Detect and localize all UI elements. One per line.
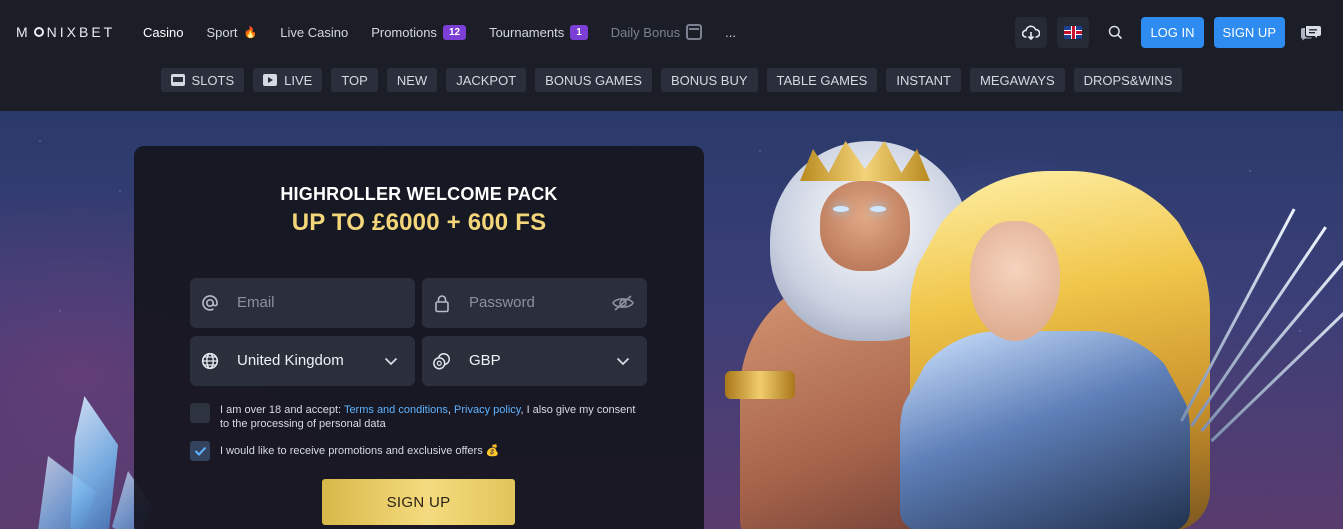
search-icon	[1108, 25, 1123, 40]
nav-daily-bonus[interactable]: Daily Bonus	[610, 24, 703, 40]
header-tools: LOG IN SIGN UP	[1015, 17, 1327, 48]
chevron-down-icon	[379, 351, 403, 371]
promo-label: I would like to receive promotions and e…	[220, 445, 483, 457]
globe-icon	[200, 351, 220, 371]
zeus-eye	[870, 206, 886, 212]
promotions-count-badge: 12	[442, 24, 467, 40]
nav-daily-bonus-label: Daily Bonus	[610, 24, 681, 40]
category-table-games[interactable]: TABLE GAMES	[766, 68, 878, 92]
logo-ring-icon	[33, 27, 44, 37]
lock-icon	[432, 293, 452, 313]
nav-sport[interactable]: Sport 🔥	[206, 25, 257, 40]
hero-characters-illustration	[700, 111, 1343, 529]
category-instant[interactable]: INSTANT	[886, 68, 961, 92]
category-live[interactable]: LIVE	[253, 68, 323, 92]
category-megaways[interactable]: MEGAWAYS	[969, 68, 1065, 92]
uk-flag-icon	[1064, 26, 1083, 39]
zeus-eye	[833, 206, 849, 212]
nav-sport-label: Sport	[206, 24, 238, 40]
nav-casino[interactable]: Casino	[143, 25, 183, 40]
nav-live-casino-label: Live Casino	[280, 24, 349, 40]
nav-tournaments[interactable]: Tournaments 1	[489, 24, 588, 40]
eye-off-icon[interactable]	[611, 293, 635, 313]
cloud-download-icon	[1022, 25, 1041, 40]
password-field[interactable]: Password	[422, 278, 647, 328]
chat-icon	[1301, 25, 1321, 40]
checkmark-icon	[194, 446, 206, 456]
language-selector[interactable]	[1057, 17, 1090, 48]
email-field[interactable]: Email	[190, 278, 415, 328]
nav-promotions[interactable]: Promotions 12	[371, 24, 467, 40]
promo-title: HIGHROLLER WELCOME PACK	[280, 184, 558, 204]
country-select[interactable]: United Kingdom	[190, 336, 415, 386]
currency-select[interactable]: GBP	[422, 336, 647, 386]
support-chat-button[interactable]	[1295, 17, 1327, 48]
category-slots[interactable]: SLOTS	[160, 68, 245, 92]
logo-suffix: NIXBET	[46, 24, 116, 40]
category-new[interactable]: NEW	[386, 68, 438, 92]
category-bonus-games[interactable]: BONUS GAMES	[535, 68, 652, 92]
game-category-bar: SLOTS LIVE TOP NEW JACKPOT BONUS GAMES B…	[0, 64, 1343, 111]
category-drops-wins[interactable]: DROPS&WINS	[1073, 68, 1183, 92]
currency-value: GBP	[469, 352, 501, 369]
signup-panel: HIGHROLLER WELCOME PACK UP TO £6000 + 60…	[134, 146, 704, 529]
promo-offer: UP TO £6000 + 600 FS	[291, 209, 547, 236]
logo-prefix: M	[16, 24, 31, 40]
slots-icon	[170, 74, 185, 86]
at-sign-icon	[200, 293, 220, 313]
promo-checkbox[interactable]	[190, 441, 210, 461]
calendar-icon	[686, 24, 703, 40]
top-header: M NIXBET Casino Sport 🔥 Live Casino Prom…	[0, 0, 1343, 64]
category-slots-label: SLOTS	[191, 72, 235, 88]
terms-prefix: I am over 18 and accept:	[220, 404, 344, 416]
nav-casino-label: Casino	[143, 24, 184, 40]
category-bonus-buy[interactable]: BONUS BUY	[660, 68, 758, 92]
nav-live-casino[interactable]: Live Casino	[280, 25, 348, 40]
nav-tournaments-label: Tournaments	[489, 24, 565, 40]
promo-text: I would like to receive promotions and e…	[220, 444, 499, 458]
search-button[interactable]	[1099, 17, 1131, 48]
terms-checkbox[interactable]	[190, 403, 210, 423]
login-button[interactable]: LOG IN	[1141, 17, 1204, 48]
zeus-face	[820, 181, 910, 271]
money-bag-icon: 💰	[485, 445, 500, 457]
terms-link[interactable]: Terms and conditions	[344, 404, 448, 416]
terms-consent-row: I am over 18 and accept: Terms and condi…	[190, 403, 645, 431]
email-placeholder: Email	[237, 294, 275, 311]
tournaments-count-badge: 1	[570, 24, 588, 40]
privacy-policy-link[interactable]: Privacy policy	[454, 404, 520, 416]
nav-promotions-label: Promotions	[371, 24, 437, 40]
main-nav: Casino Sport 🔥 Live Casino Promotions 12…	[143, 0, 759, 64]
arrow-quiver-illustration	[1120, 181, 1343, 443]
download-app-button[interactable]	[1015, 17, 1048, 48]
chevron-down-icon	[611, 351, 635, 371]
category-live-label: LIVE	[284, 72, 313, 88]
country-value: United Kingdom	[237, 352, 344, 369]
gold-armlet	[725, 371, 795, 399]
category-top[interactable]: TOP	[331, 68, 378, 92]
archer-face	[970, 221, 1060, 341]
fire-icon: 🔥	[243, 26, 258, 39]
promo-consent-row: I would like to receive promotions and e…	[190, 441, 645, 461]
terms-text: I am over 18 and accept: Terms and condi…	[220, 403, 645, 431]
category-jackpot[interactable]: JACKPOT	[446, 68, 527, 92]
password-placeholder: Password	[469, 294, 535, 311]
signup-submit-button[interactable]: SIGN UP	[322, 479, 515, 525]
live-icon	[263, 74, 278, 86]
nav-more[interactable]: ...	[725, 25, 736, 40]
header-signup-button[interactable]: SIGN UP	[1213, 17, 1285, 48]
site-logo[interactable]: M NIXBET	[16, 24, 115, 40]
nav-more-label: ...	[725, 24, 736, 40]
coins-icon	[432, 351, 452, 371]
